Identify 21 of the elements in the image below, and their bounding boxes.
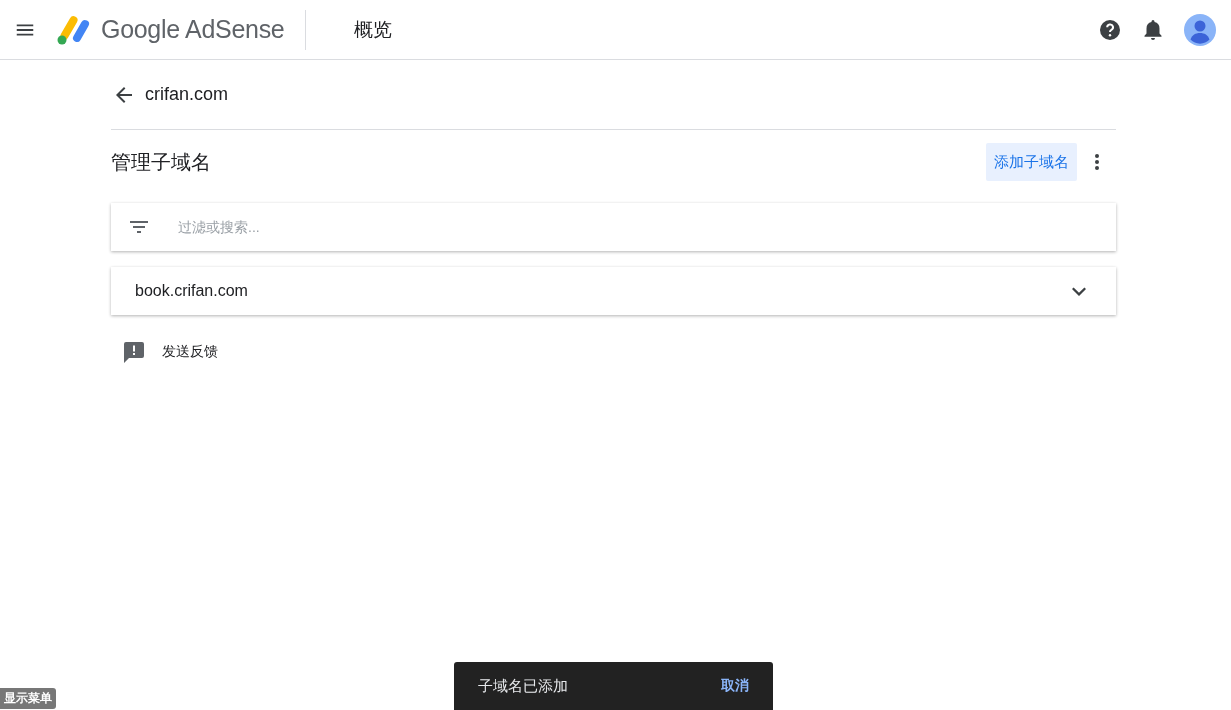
back-arrow-icon[interactable] [114,84,134,105]
expand-chevron-icon[interactable] [1072,286,1086,296]
section-title: 管理子域名 [111,149,211,175]
avatar-icon[interactable] [1184,13,1216,46]
page-title: 概览 [354,17,393,42]
more-options-icon[interactable] [1095,154,1099,170]
feedback-icon [123,341,145,363]
send-feedback-link[interactable]: 发送反馈 [162,343,218,361]
site-name: crifan.com [145,84,229,105]
filter-icon [130,221,148,233]
product-name: Google AdSense [101,15,285,44]
bell-icon[interactable] [1142,17,1164,42]
subdomain-name: book.crifan.com [135,282,248,300]
search-field[interactable]: 过滤或搜索... [176,218,1116,236]
subdomain-row[interactable]: book.crifan.com [111,267,1116,315]
help-icon[interactable] [1098,17,1122,42]
add-subdomain-button[interactable]: 添加子域名 [986,143,1077,181]
undo-button[interactable]: 取消 [721,677,749,695]
logo-icon [56,13,92,46]
show-menu-label[interactable]: 显示菜单 [0,688,56,709]
snackbar-message: 子域名已添加 [478,676,568,696]
